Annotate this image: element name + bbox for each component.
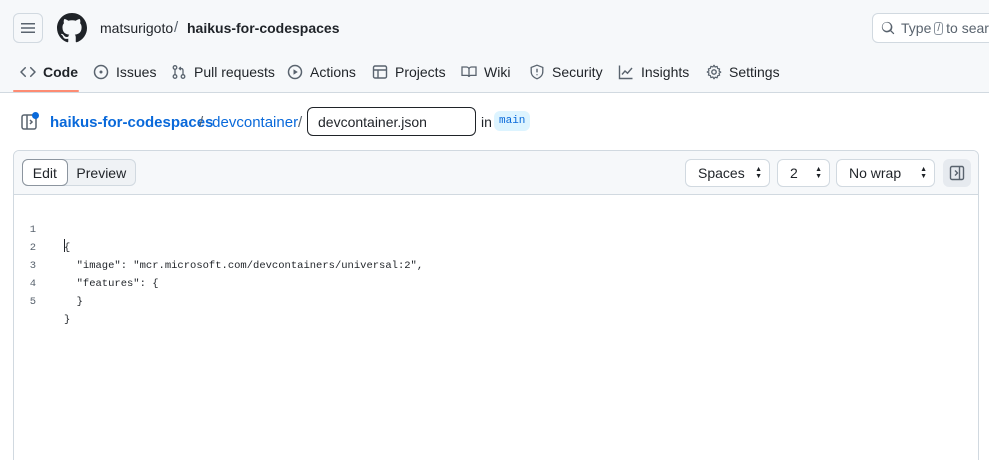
- code-line: 5 }: [14, 275, 978, 326]
- breadcrumb-repo-link[interactable]: haikus-for-codespaces: [50, 114, 213, 131]
- search-placeholder-post: to search: [946, 20, 989, 36]
- repo-link[interactable]: haikus-for-codespaces: [187, 20, 340, 36]
- line-content: }: [64, 314, 71, 326]
- graph-icon: [618, 65, 633, 80]
- table-icon: [372, 65, 388, 79]
- sidepanel-icon: [949, 165, 965, 181]
- play-icon: [287, 64, 303, 80]
- line-content: }: [64, 296, 83, 308]
- repo-tabs: Code Issues Pull requests Actions Projec…: [0, 56, 989, 93]
- issue-opened-icon: [93, 64, 109, 80]
- tab-issues[interactable]: Issues: [93, 56, 156, 88]
- breadcrumb-separator: /: [174, 19, 179, 36]
- indent-size-value: 2: [790, 165, 798, 181]
- wrap-mode-select[interactable]: No wrap ▲ ▼: [836, 159, 935, 187]
- select-caret-icon: ▲ ▼: [755, 166, 762, 180]
- select-caret-icon: ▲ ▼: [815, 166, 822, 180]
- code-line: 1 {: [14, 203, 978, 254]
- tab-code[interactable]: Code: [20, 56, 78, 88]
- github-logo-icon[interactable]: [57, 13, 87, 43]
- active-tab-indicator: [13, 90, 79, 92]
- tab-code-label: Code: [43, 64, 78, 80]
- tab-actions-label: Actions: [310, 64, 356, 80]
- gear-icon: [706, 64, 722, 80]
- branch-badge[interactable]: main: [494, 111, 531, 131]
- editor-toolbar: Edit Preview Spaces ▲ ▼ 2 ▲ ▼ No wrap ▲ ▼: [14, 151, 978, 195]
- file-editor: Edit Preview Spaces ▲ ▼ 2 ▲ ▼ No wrap ▲ ▼ 1…: [13, 150, 979, 460]
- edit-preview-toggle: Edit Preview: [22, 159, 136, 186]
- tab-issues-label: Issues: [116, 64, 157, 80]
- breadcrumb-separator: /: [199, 114, 204, 131]
- line-number: 5: [29, 296, 36, 308]
- search-shortcut-key: /: [934, 21, 944, 35]
- search-input[interactable]: Type / to search: [872, 13, 989, 43]
- app-header: matsurigoto / haikus-for-codespaces Type…: [0, 0, 989, 93]
- code-area[interactable]: 1 { 2 "image": "mcr.microsoft.com/devcon…: [14, 196, 978, 460]
- menu-button[interactable]: [13, 13, 43, 43]
- git-pull-request-icon: [172, 65, 186, 79]
- breadcrumb-dir-link[interactable]: .devcontainer: [208, 114, 298, 131]
- breadcrumb-separator: /: [298, 114, 303, 131]
- filename-input[interactable]: [307, 107, 476, 136]
- tab-projects-label: Projects: [395, 64, 446, 80]
- notification-dot: [32, 112, 39, 119]
- tab-insights[interactable]: Insights: [618, 56, 689, 88]
- indent-mode-select[interactable]: Spaces ▲ ▼: [685, 159, 770, 187]
- book-icon: [461, 66, 477, 78]
- tab-insights-label: Insights: [641, 64, 690, 80]
- hamburger-icon: [21, 23, 35, 33]
- indent-mode-value: Spaces: [698, 165, 745, 181]
- tab-security-label: Security: [552, 64, 603, 80]
- sidebar-toggle-button[interactable]: [943, 159, 971, 187]
- code-line: 2 "image": "mcr.microsoft.com/devcontain…: [14, 221, 978, 272]
- owner-link[interactable]: matsurigoto: [100, 20, 173, 36]
- indent-size-select[interactable]: 2 ▲ ▼: [777, 159, 830, 187]
- wrap-mode-value: No wrap: [849, 165, 902, 181]
- tab-pull-requests-label: Pull requests: [194, 64, 275, 80]
- tab-wiki[interactable]: Wiki: [461, 56, 510, 88]
- tab-projects[interactable]: Projects: [372, 56, 446, 88]
- shield-icon: [530, 64, 544, 80]
- code-icon: [20, 66, 36, 78]
- search-placeholder-pre: Type: [901, 20, 932, 36]
- branch-in-label: in: [481, 114, 492, 130]
- preview-mode-button[interactable]: Preview: [68, 160, 135, 185]
- edit-mode-button[interactable]: Edit: [22, 159, 68, 186]
- tab-security[interactable]: Security: [529, 56, 603, 88]
- search-icon: [881, 21, 895, 35]
- code-line: 4 }: [14, 257, 978, 308]
- code-line: 3 "features": {: [14, 239, 978, 290]
- select-caret-icon: ▲ ▼: [920, 166, 927, 180]
- tab-wiki-label: Wiki: [484, 64, 511, 80]
- tab-pull-requests[interactable]: Pull requests: [171, 56, 275, 88]
- tab-actions[interactable]: Actions: [287, 56, 356, 88]
- tab-settings[interactable]: Settings: [706, 56, 780, 88]
- tab-settings-label: Settings: [729, 64, 780, 80]
